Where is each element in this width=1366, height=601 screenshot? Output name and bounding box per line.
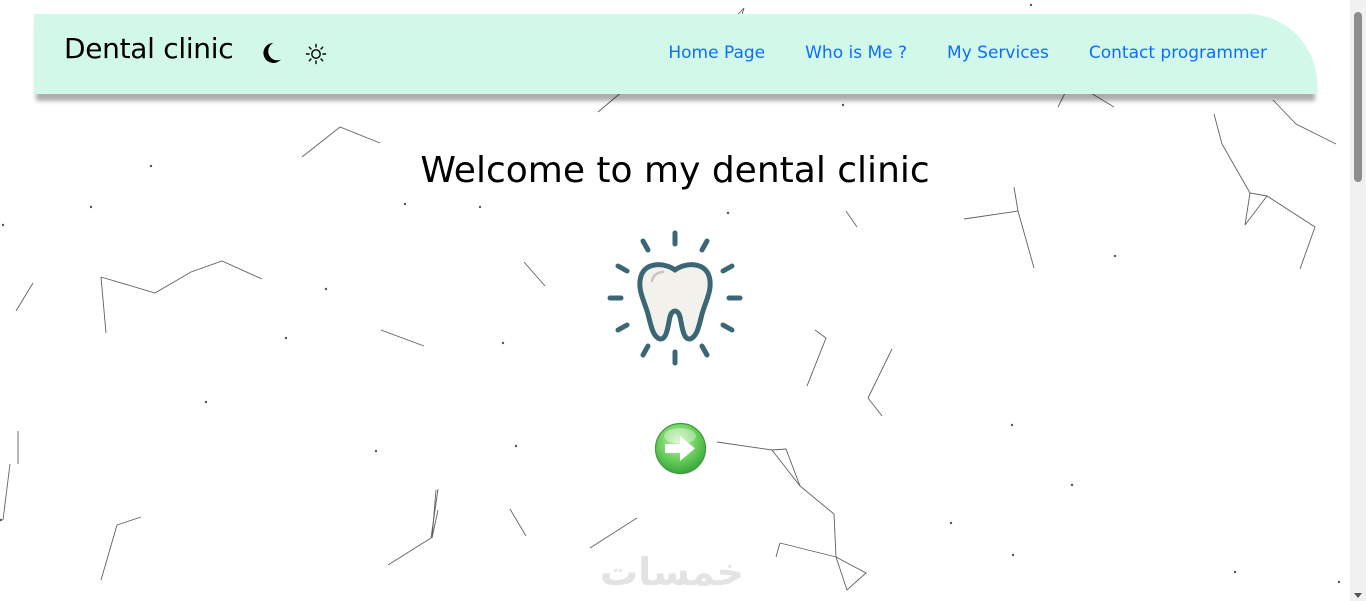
tooth-icon xyxy=(607,230,743,366)
scrollbar-thumb[interactable] xyxy=(1354,12,1362,182)
navbar: Dental clinic Home Page Who is Me ? My S… xyxy=(34,14,1317,94)
arrow-right-icon[interactable] xyxy=(654,422,707,475)
nav-link-my-services[interactable]: My Services xyxy=(947,43,1049,63)
moon-icon[interactable] xyxy=(258,40,284,66)
nav-link-contact-programmer[interactable]: Contact programmer xyxy=(1089,43,1267,63)
scroll-down-arrow-icon[interactable] xyxy=(1354,593,1362,598)
nav-links: Home Page Who is Me ? My Services Contac… xyxy=(668,43,1267,63)
nav-link-home[interactable]: Home Page xyxy=(668,43,765,63)
watermark: خمسات xyxy=(600,550,744,594)
page: Dental clinic Home Page Who is Me ? My S… xyxy=(0,0,1366,601)
scrollbar[interactable] xyxy=(1350,0,1366,601)
sun-icon[interactable] xyxy=(305,43,327,65)
brand-title[interactable]: Dental clinic xyxy=(64,32,234,65)
nav-link-who-is-me[interactable]: Who is Me ? xyxy=(805,43,907,63)
page-title: Welcome to my dental clinic xyxy=(420,150,930,191)
